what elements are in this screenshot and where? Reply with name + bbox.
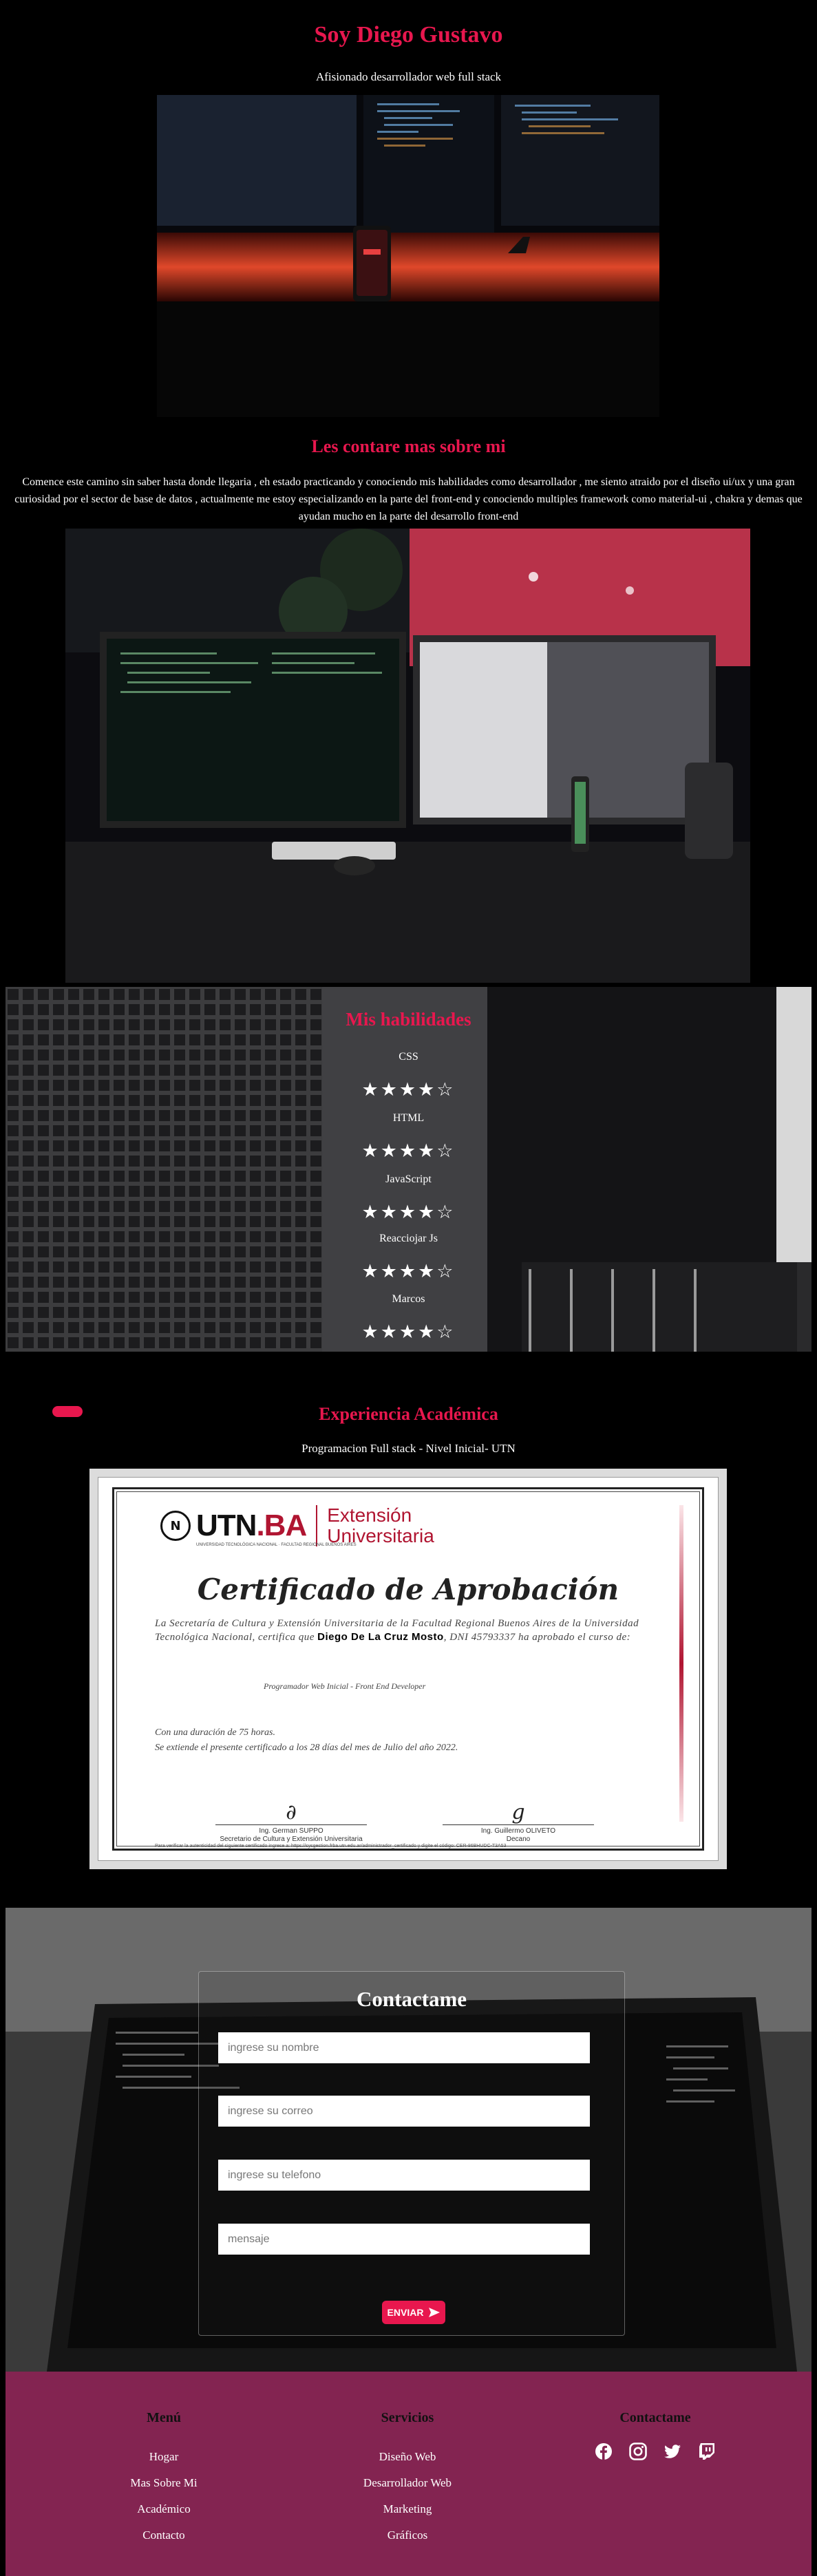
skills-section: Mis habilidades CSS ★★★★☆ HTML ★★★★☆ Jav… bbox=[6, 987, 811, 1352]
about-text: Comence este camino sin saber hasta dond… bbox=[14, 476, 803, 522]
star-rating: ★★★★☆ bbox=[361, 1202, 456, 1223]
instagram-icon[interactable] bbox=[628, 2441, 648, 2462]
name-input[interactable] bbox=[218, 2032, 590, 2063]
hero-section: Soy Diego Gustavo Afisionado desarrollad… bbox=[0, 0, 817, 427]
footer-link-web-dev[interactable]: Desarrollador Web bbox=[304, 2470, 511, 2496]
message-input[interactable] bbox=[218, 2224, 590, 2255]
academic-course: Programacion Full stack - Nivel Inicial-… bbox=[301, 1442, 516, 1455]
phone-input[interactable] bbox=[218, 2160, 590, 2191]
star-rating: ★★★★☆ bbox=[361, 1321, 456, 1343]
skill-react: Reacciojar Js ★★★★☆ bbox=[6, 1229, 811, 1282]
utn-logo: N UTN.BA Extensión Universitaria bbox=[160, 1505, 434, 1546]
about-title: Les contare mas sobre mi bbox=[311, 436, 506, 456]
star-rating: ★★★★☆ bbox=[361, 1261, 456, 1282]
certificate-duration: Con una duración de 75 horas. Se extiend… bbox=[155, 1727, 458, 1753]
contact-section: Contactame ENVIAR bbox=[6, 1908, 811, 2372]
hero-title: Soy Diego Gustavo bbox=[314, 22, 503, 47]
skill-name: HTML bbox=[392, 1112, 425, 1124]
certificate-body: La Secretaría de Cultura y Extensión Uni… bbox=[155, 1618, 639, 1643]
send-label: ENVIAR bbox=[387, 2307, 424, 2318]
signature-dean: g Ing. Guillermo OLIVETO Decano bbox=[443, 1801, 594, 1844]
skill-html: HTML ★★★★☆ bbox=[6, 1109, 811, 1162]
footer-link-contact[interactable]: Contacto bbox=[61, 2522, 267, 2548]
twitter-icon[interactable] bbox=[662, 2441, 683, 2462]
send-arrow-icon bbox=[429, 2308, 441, 2317]
utn-seal-icon: N bbox=[160, 1511, 191, 1541]
footer-link-about[interactable]: Mas Sobre Mi bbox=[61, 2470, 267, 2496]
skill-name: Reacciojar Js bbox=[379, 1233, 438, 1244]
footer-link-academic[interactable]: Académico bbox=[61, 2496, 267, 2522]
certificate-program: Programador Web Inicial - Front End Deve… bbox=[264, 1681, 426, 1691]
skill-name: JavaScript bbox=[385, 1173, 432, 1185]
footer-link-graphics[interactable]: Gráficos bbox=[304, 2522, 511, 2548]
skill-frameworks: Marcos ★★★★☆ bbox=[6, 1290, 811, 1343]
footer-link-marketing[interactable]: Marketing bbox=[304, 2496, 511, 2522]
skill-name: CSS bbox=[399, 1051, 418, 1063]
contact-form: Contactame ENVIAR bbox=[198, 1971, 625, 2336]
footer: Menú Hogar Mas Sobre Mi Académico Contac… bbox=[6, 2372, 811, 2576]
about-image-workstation bbox=[65, 529, 750, 983]
certificate-verification-note: Para verificar la autenticidad del sigui… bbox=[155, 1844, 507, 1849]
footer-services-title: Servicios bbox=[381, 2410, 434, 2425]
skill-name: Marcos bbox=[392, 1293, 425, 1305]
skill-javascript: JavaScript ★★★★☆ bbox=[6, 1170, 811, 1223]
footer-contact-title: Contactame bbox=[619, 2410, 691, 2425]
footer-menu-title: Menú bbox=[147, 2410, 181, 2425]
academic-title: Experiencia Académica bbox=[319, 1404, 498, 1424]
social-links bbox=[552, 2441, 758, 2462]
facebook-icon[interactable] bbox=[593, 2441, 614, 2462]
skill-css: CSS ★★★★☆ bbox=[6, 1047, 811, 1100]
twitch-icon[interactable] bbox=[697, 2441, 717, 2462]
signature-secretary: ∂ Ing. German SUPPO Secretario de Cultur… bbox=[215, 1801, 367, 1844]
send-button[interactable]: ENVIAR bbox=[382, 2301, 445, 2324]
certificate-title: Certificado de Aprobación bbox=[197, 1573, 619, 1606]
email-input[interactable] bbox=[218, 2096, 590, 2127]
star-rating: ★★★★☆ bbox=[361, 1140, 456, 1162]
footer-link-home[interactable]: Hogar bbox=[61, 2444, 267, 2470]
footer-menu: Menú Hogar Mas Sobre Mi Académico Contac… bbox=[61, 2410, 267, 2548]
footer-services: Servicios Diseño Web Desarrollador Web M… bbox=[304, 2410, 511, 2548]
footer-link-web-design[interactable]: Diseño Web bbox=[304, 2444, 511, 2470]
skills-title: Mis habilidades bbox=[346, 1009, 471, 1030]
certificate-image: N UTN.BA Extensión Universitaria UNIVERS… bbox=[89, 1469, 727, 1869]
hero-subtitle: Afisionado desarrollador web full stack bbox=[315, 70, 502, 83]
contact-title: Contactame bbox=[356, 1987, 467, 2011]
hero-image-desk-setup bbox=[157, 95, 659, 417]
star-rating: ★★★★☆ bbox=[361, 1079, 456, 1100]
footer-contact: Contactame bbox=[552, 2410, 758, 2462]
